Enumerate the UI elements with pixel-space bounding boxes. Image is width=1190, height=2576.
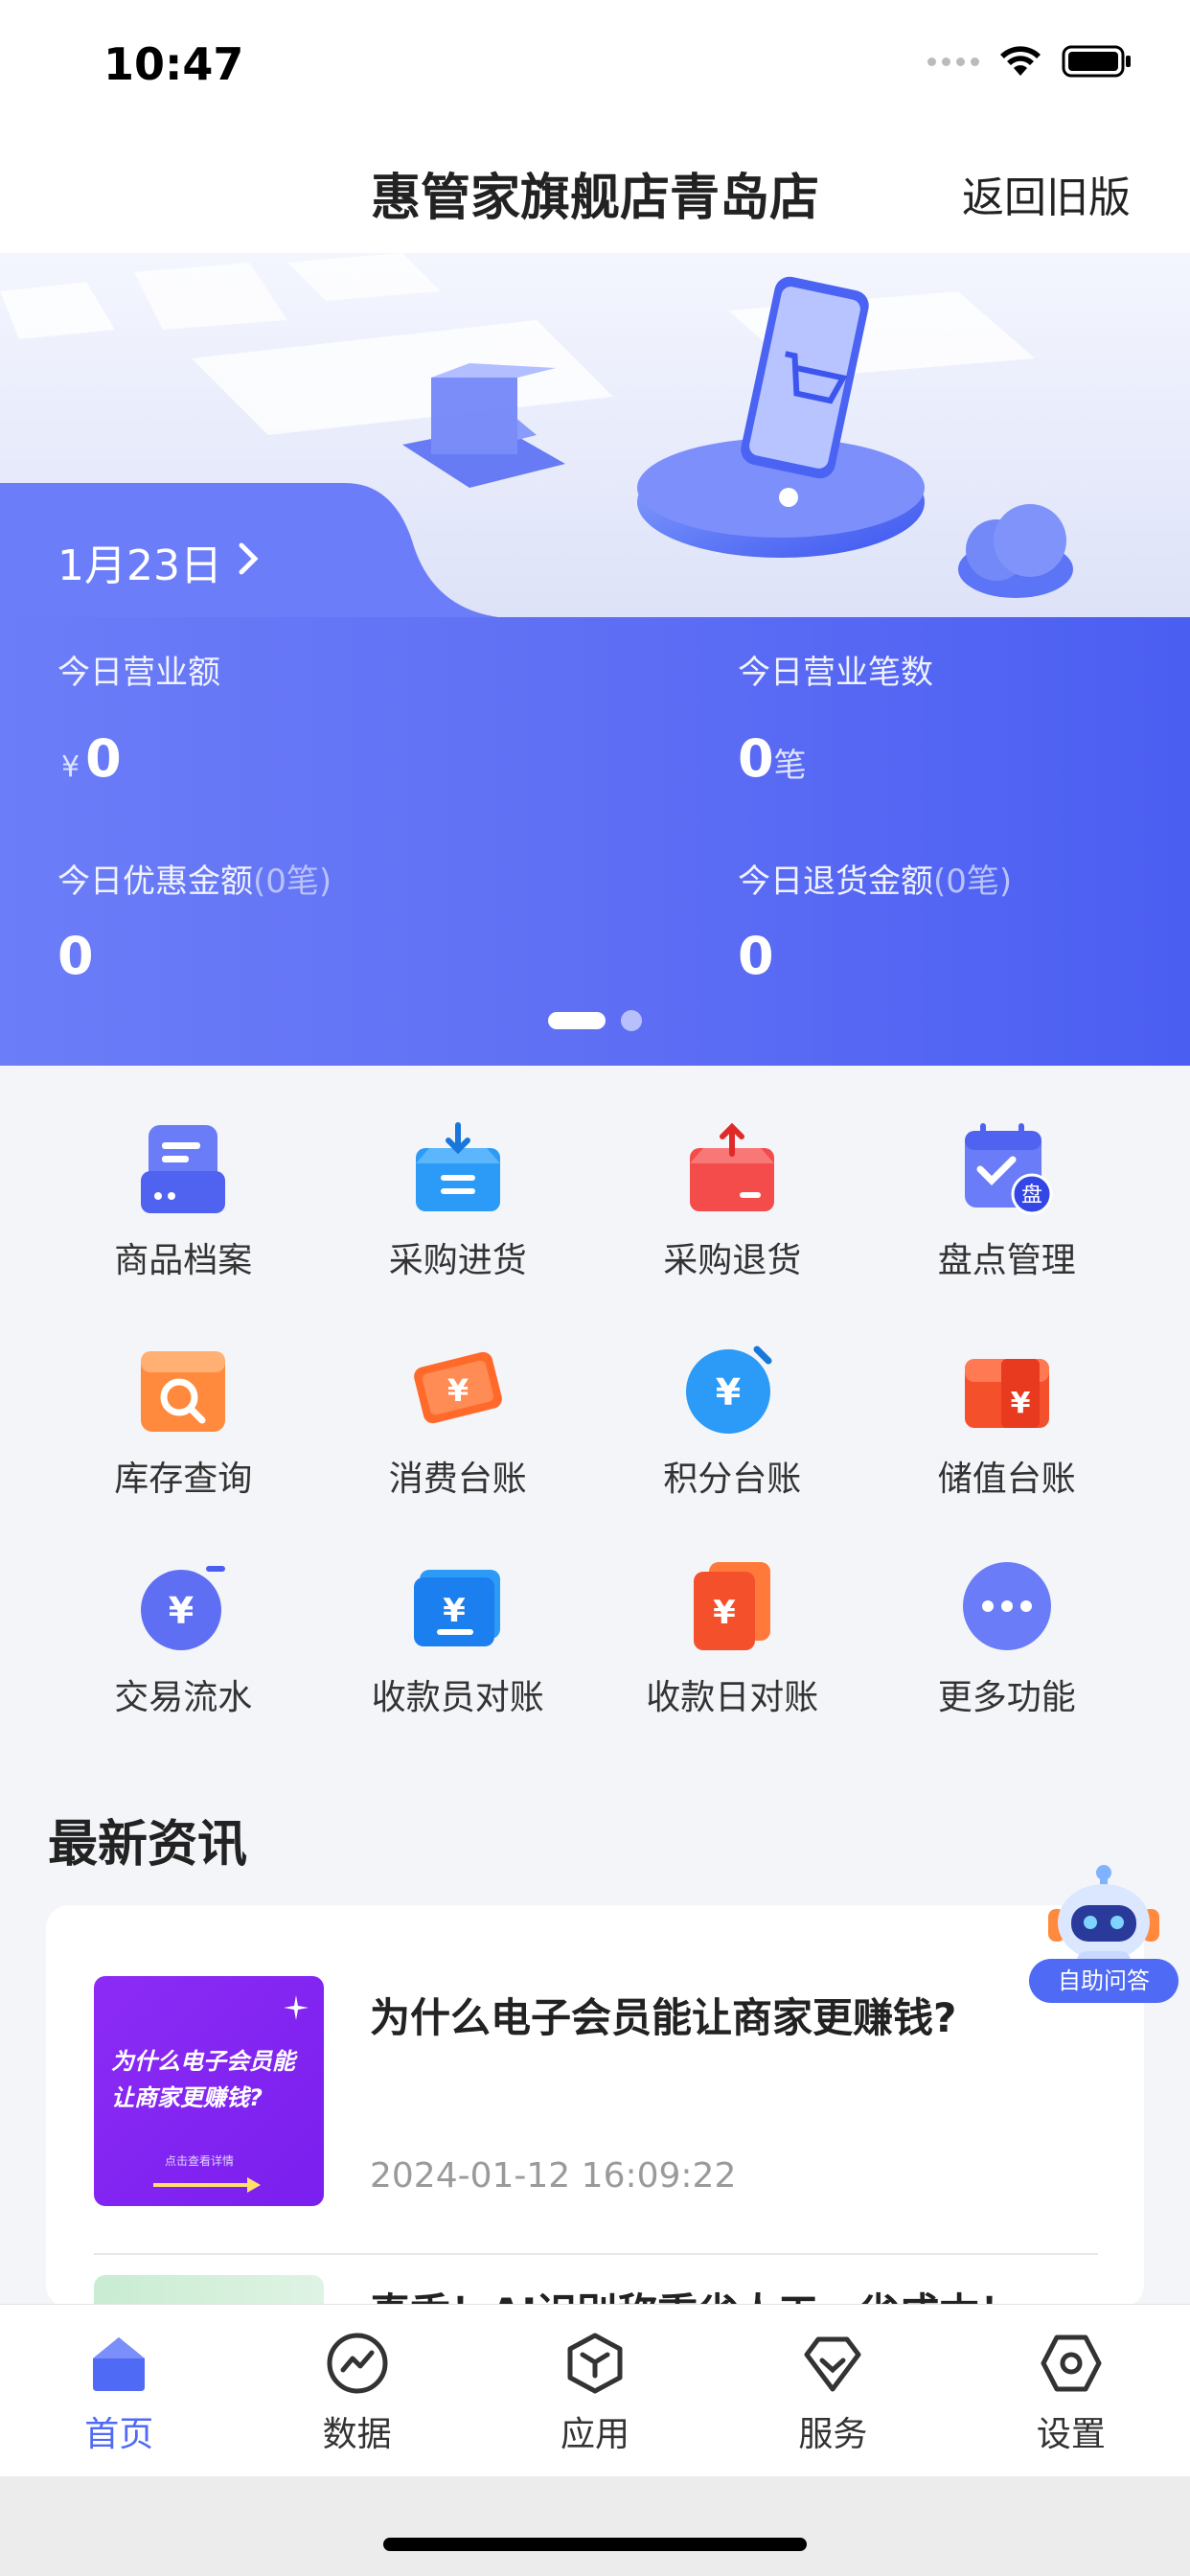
date-text: 1月23日 bbox=[57, 541, 222, 590]
self-help-assistant-button[interactable]: 自助问答 bbox=[1029, 1859, 1179, 2003]
svg-text:¥: ¥ bbox=[169, 1590, 194, 1632]
purchase-return-icon bbox=[690, 1122, 775, 1211]
stat-value-discount: 0 bbox=[57, 926, 94, 986]
grid-item-points-ledger[interactable]: ¥ 积分台账 bbox=[595, 1340, 870, 1501]
grid-item-product-file[interactable]: 商品档案 bbox=[46, 1121, 321, 1282]
news-thumbnail: 为什么电子会员能让商家更赚钱? 点击查看详情 bbox=[94, 1976, 324, 2206]
arrow-right-icon bbox=[153, 2177, 261, 2193]
grid-item-stock-search[interactable]: 库存查询 bbox=[46, 1340, 321, 1501]
battery-icon bbox=[1062, 44, 1133, 79]
stat-value-revenue: ¥0 bbox=[61, 728, 122, 789]
wifi-icon bbox=[998, 45, 1042, 78]
purchase-in-icon bbox=[415, 1122, 500, 1211]
grid-item-cashier-reconcile[interactable]: ¥ 收款员对账 bbox=[321, 1558, 596, 1719]
signal-icon bbox=[927, 57, 979, 66]
grid-item-stored-value-ledger[interactable]: ¥ 储值台账 bbox=[870, 1340, 1145, 1501]
return-old-version-button[interactable]: 返回旧版 bbox=[962, 163, 1131, 224]
points-ledger-icon: ¥ bbox=[686, 1346, 772, 1434]
svg-text:¥: ¥ bbox=[713, 1594, 736, 1632]
grid-item-daily-reconcile[interactable]: ¥ 收款日对账 bbox=[595, 1558, 870, 1719]
cashier-reconcile-icon: ¥ bbox=[413, 1570, 500, 1646]
daily-reconcile-icon: ¥ bbox=[694, 1562, 771, 1650]
product-file-icon bbox=[141, 1125, 226, 1213]
home-indicator-area bbox=[0, 2476, 1190, 2576]
stat-label-discount: 今日优惠金额(0笔) bbox=[57, 862, 332, 901]
stat-label-revenue: 今日营业额 bbox=[57, 654, 220, 692]
tab-service[interactable]: 服务 bbox=[714, 2305, 951, 2476]
status-bar: 10:47 bbox=[0, 0, 1190, 134]
app-screen: 10:47 惠管家旗舰店青岛店 返回旧版 1月23日 今日营业额 ¥ 0 今日营… bbox=[0, 0, 1190, 2576]
status-icons bbox=[927, 44, 1133, 79]
news-date: 2024-01-12 16:09:22 bbox=[370, 2156, 737, 2196]
apps-icon bbox=[567, 2333, 623, 2394]
inventory-check-icon: 盘 bbox=[964, 1123, 1053, 1215]
chevron-right-icon bbox=[238, 538, 261, 586]
grid-item-consumption-ledger[interactable]: ¥ 消费台账 bbox=[321, 1340, 596, 1501]
pager-dot-active[interactable] bbox=[548, 1012, 606, 1029]
svg-text:¥: ¥ bbox=[1010, 1387, 1030, 1420]
tab-apps[interactable]: 应用 bbox=[476, 2305, 714, 2476]
grid-item-purchase-return[interactable]: 采购退货 bbox=[595, 1121, 870, 1282]
svg-text:¥: ¥ bbox=[443, 1592, 466, 1630]
stats-panel: 今日营业额 ¥0 今日营业笔数 0笔 今日优惠金额(0笔) 0 今日退货金额(0… bbox=[0, 617, 1190, 1066]
bottom-tab-bar: 首页 数据 应用 服务 设置 bbox=[0, 2304, 1190, 2476]
grid-item-inventory-check[interactable]: 盘 盘点管理 bbox=[870, 1121, 1145, 1282]
transaction-flow-icon: ¥ bbox=[141, 1566, 226, 1650]
stat-value-refund: 0 bbox=[738, 926, 774, 986]
more-icon bbox=[962, 1562, 1051, 1650]
stat-label-refund: 今日退货金额(0笔) bbox=[738, 862, 1013, 901]
data-chart-icon bbox=[327, 2333, 388, 2394]
svg-text:盘: 盘 bbox=[1021, 1184, 1042, 1208]
pager-dot[interactable] bbox=[621, 1010, 642, 1031]
home-icon bbox=[93, 2337, 146, 2391]
home-indicator[interactable] bbox=[383, 2538, 807, 2551]
nav-bar: 惠管家旗舰店青岛店 返回旧版 bbox=[0, 134, 1190, 253]
status-time: 10:47 bbox=[103, 38, 244, 90]
grid-item-transaction-flow[interactable]: ¥ 交易流水 bbox=[46, 1558, 321, 1719]
tab-data[interactable]: 数据 bbox=[238, 2305, 475, 2476]
date-selector[interactable]: 1月23日 bbox=[57, 531, 261, 592]
consumption-ledger-icon: ¥ bbox=[413, 1351, 502, 1424]
stat-label-orders: 今日营业笔数 bbox=[738, 654, 933, 692]
grid-item-purchase-in[interactable]: 采购进货 bbox=[321, 1121, 596, 1282]
service-icon bbox=[804, 2336, 861, 2392]
news-title: 为什么电子会员能让商家更赚钱? bbox=[370, 1994, 957, 2041]
robot-icon bbox=[1048, 1865, 1159, 1970]
svg-text:¥: ¥ bbox=[447, 1372, 469, 1409]
divider bbox=[94, 2253, 1098, 2255]
function-grid: 商品档案 采购进货 采购退货 盘 盘点管理 库存查询 ¥ 消费台账 ¥ 积分台账… bbox=[46, 1121, 1144, 1719]
dashboard-banner[interactable]: 1月23日 今日营业额 ¥0 今日营业笔数 0笔 今日优惠金额(0笔) 0 今日… bbox=[0, 253, 1190, 1066]
news-list: 为什么电子会员能让商家更赚钱? 点击查看详情 为什么电子会员能让商家更赚钱? 2… bbox=[46, 1905, 1144, 2308]
banner-pager[interactable] bbox=[0, 1010, 1190, 1031]
stock-search-icon bbox=[141, 1351, 226, 1432]
svg-text:¥: ¥ bbox=[716, 1371, 741, 1414]
stored-value-ledger-icon: ¥ bbox=[964, 1359, 1049, 1428]
stat-value-orders: 0笔 bbox=[738, 728, 807, 789]
tab-home[interactable]: 首页 bbox=[0, 2305, 238, 2476]
settings-icon bbox=[1041, 2334, 1102, 2392]
news-section-title: 最新资讯 bbox=[48, 1816, 248, 1874]
sparkle-icon bbox=[284, 1995, 309, 2020]
tab-settings[interactable]: 设置 bbox=[952, 2305, 1190, 2476]
grid-item-more[interactable]: 更多功能 bbox=[870, 1558, 1145, 1719]
news-thumbnail bbox=[94, 2275, 324, 2308]
